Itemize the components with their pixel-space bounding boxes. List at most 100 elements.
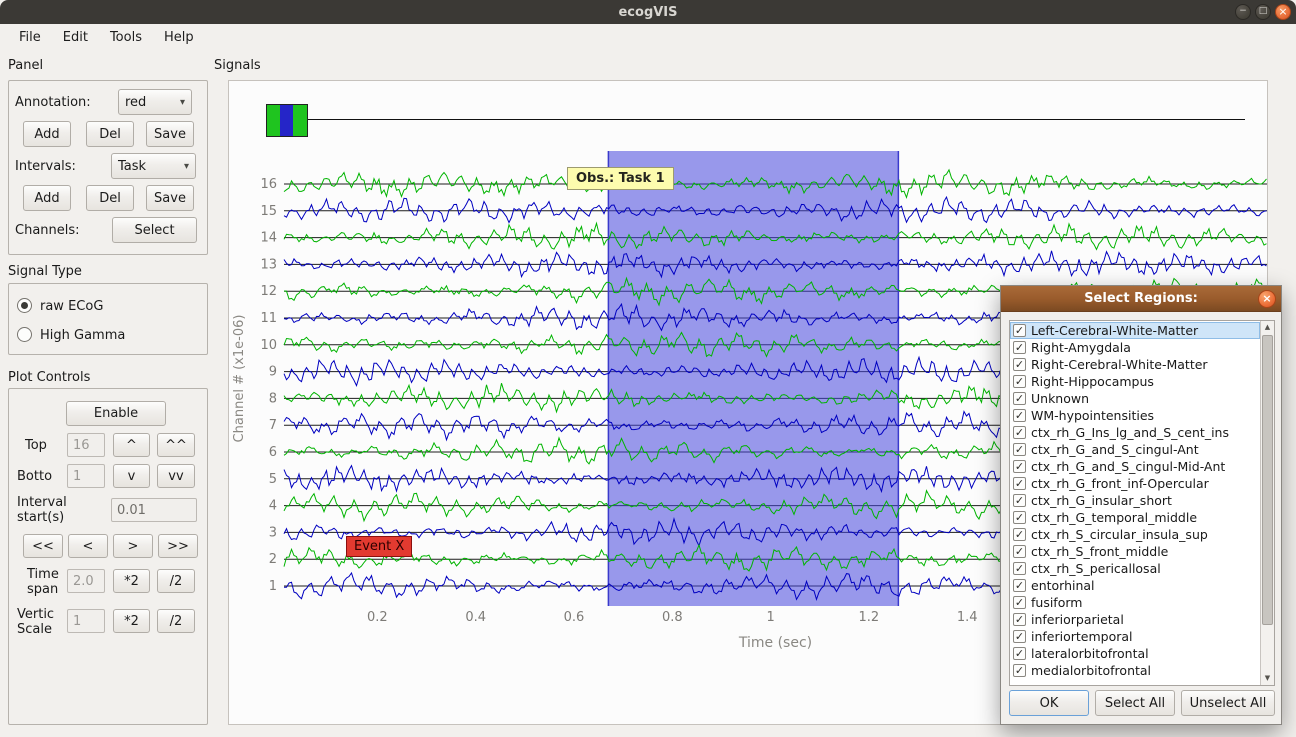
annotation-dropdown[interactable]: red ▾ [118, 89, 192, 115]
raw-ecog-radio[interactable] [17, 298, 32, 313]
top-up-fast-button[interactable]: ^^ [157, 433, 195, 457]
time-span-half-button[interactable]: /2 [157, 569, 195, 593]
region-row[interactable]: ✓inferiortemporal [1010, 628, 1260, 645]
select-all-button[interactable]: Select All [1095, 690, 1175, 716]
region-row[interactable]: ✓ ctx_rh_G_and_S_cingul-Mid-Ant [1010, 458, 1260, 475]
high-gamma-radio[interactable] [17, 327, 32, 342]
region-row[interactable]: ✓WM-hypointensities [1010, 407, 1260, 424]
interval-tooltip: Obs.: Task 1 [567, 167, 674, 190]
region-checkbox[interactable]: ✓ [1013, 494, 1026, 507]
region-row[interactable]: ✓ctx_rh_G_and_S_cingul-Ant [1010, 441, 1260, 458]
intervals-dropdown[interactable]: Task ▾ [111, 153, 196, 179]
region-label: Right-Cerebral-White-Matter [1031, 356, 1208, 373]
region-checkbox[interactable]: ✓ [1013, 324, 1026, 337]
bottom-down-fast-button[interactable]: vv [157, 464, 195, 488]
annotation-save-button[interactable]: Save [146, 121, 194, 147]
region-row[interactable]: ✓fusiform [1010, 594, 1260, 611]
scroll-down-icon[interactable]: ▼ [1261, 672, 1274, 685]
region-label: inferiorparietal [1031, 611, 1124, 628]
region-checkbox[interactable]: ✓ [1013, 358, 1026, 371]
menu-tools[interactable]: Tools [99, 26, 153, 49]
scrollbar-thumb[interactable] [1262, 335, 1273, 625]
dialog-titlebar[interactable]: Select Regions: × [1001, 286, 1281, 312]
region-checkbox[interactable]: ✓ [1013, 511, 1026, 524]
region-label: ctx_rh_G_front_inf-Opercular [1031, 475, 1209, 492]
enable-button[interactable]: Enable [66, 401, 166, 426]
region-row[interactable]: ✓Left-Cerebral-White-Matter [1010, 322, 1260, 339]
region-checkbox[interactable]: ✓ [1013, 477, 1026, 490]
region-checkbox[interactable]: ✓ [1013, 596, 1026, 609]
event-marker[interactable]: Event X [346, 536, 412, 557]
region-checkbox[interactable]: ✓ [1013, 579, 1026, 592]
dialog-close-icon[interactable]: × [1258, 290, 1276, 308]
ok-button[interactable]: OK [1009, 690, 1089, 716]
region-row[interactable]: ✓Right-Amygdala [1010, 339, 1260, 356]
time-span-field[interactable] [67, 569, 105, 593]
menu-file[interactable]: File [8, 26, 52, 49]
region-checkbox[interactable]: ✓ [1013, 426, 1026, 439]
interval-start-field[interactable] [111, 498, 197, 522]
region-label: ctx_rh_G_and_S_cingul-Mid-Ant [1031, 458, 1225, 475]
x-axis-label: Time (sec) [738, 635, 812, 651]
scroll-up-icon[interactable]: ▲ [1261, 321, 1274, 334]
region-checkbox[interactable]: ✓ [1013, 613, 1026, 626]
bottom-field[interactable] [67, 464, 105, 488]
bottom-down-button[interactable]: v [113, 464, 150, 488]
top-up-button[interactable]: ^ [113, 433, 150, 457]
region-label: ctx_rh_G_insular_short [1031, 492, 1172, 509]
region-checkbox[interactable]: ✓ [1013, 528, 1026, 541]
menu-edit[interactable]: Edit [52, 26, 99, 49]
channels-select-button[interactable]: Select [112, 217, 197, 243]
high-gamma-label: High Gamma [40, 328, 125, 343]
unselect-all-button[interactable]: Unselect All [1181, 690, 1275, 716]
annotation-add-button[interactable]: Add [23, 121, 71, 147]
vertical-scale-double-button[interactable]: *2 [113, 609, 150, 633]
region-checkbox[interactable]: ✓ [1013, 647, 1026, 660]
region-row[interactable]: ✓ ctx_rh_G_insular_short [1010, 492, 1260, 509]
window-title: ecogVIS [618, 5, 677, 20]
close-icon[interactable]: × [1275, 4, 1291, 20]
page-back-button[interactable]: << [23, 534, 63, 558]
region-row[interactable]: ✓ctx_rh_G_Ins_lg_and_S_cent_ins [1010, 424, 1260, 441]
region-row[interactable]: ✓ Right-Cerebral-White-Matter [1010, 356, 1260, 373]
region-checkbox[interactable]: ✓ [1013, 562, 1026, 575]
annotation-del-button[interactable]: Del [86, 121, 134, 147]
region-row[interactable]: ✓ inferiorparietal [1010, 611, 1260, 628]
maximize-icon[interactable]: □ [1255, 4, 1271, 20]
region-checkbox[interactable]: ✓ [1013, 375, 1026, 388]
region-checkbox[interactable]: ✓ [1013, 460, 1026, 473]
region-checkbox[interactable]: ✓ [1013, 392, 1026, 405]
region-checkbox[interactable]: ✓ [1013, 630, 1026, 643]
region-row[interactable]: ✓Right-Hippocampus [1010, 373, 1260, 390]
region-checkbox[interactable]: ✓ [1013, 545, 1026, 558]
vertical-scale-field[interactable] [67, 609, 105, 633]
region-checkbox[interactable]: ✓ [1013, 443, 1026, 456]
region-checkbox[interactable]: ✓ [1013, 341, 1026, 354]
region-row[interactable]: ✓ctx_rh_G_temporal_middle [1010, 509, 1260, 526]
region-row[interactable]: ✓ctx_rh_S_front_middle [1010, 543, 1260, 560]
vertical-scale-half-button[interactable]: /2 [157, 609, 195, 633]
region-row[interactable]: ✓Unknown [1010, 390, 1260, 407]
region-checkbox[interactable]: ✓ [1013, 664, 1026, 677]
scrollbar[interactable]: ▲ ▼ [1260, 321, 1274, 685]
minimize-icon[interactable]: − [1235, 4, 1251, 20]
interval-save-button[interactable]: Save [146, 185, 194, 211]
step-back-button[interactable]: < [68, 534, 108, 558]
region-checkbox[interactable]: ✓ [1013, 409, 1026, 422]
page-forward-button[interactable]: >> [158, 534, 198, 558]
region-row[interactable]: ✓entorhinal [1010, 577, 1260, 594]
region-row[interactable]: ✓ctx_rh_S_circular_insula_sup [1010, 526, 1260, 543]
dialog-button-row: OK Select All Unselect All [1009, 690, 1275, 716]
interval-add-button[interactable]: Add [23, 185, 71, 211]
menu-help[interactable]: Help [153, 26, 205, 49]
annotation-value: red [125, 95, 176, 110]
top-field[interactable] [67, 433, 105, 457]
interval-del-button[interactable]: Del [86, 185, 134, 211]
step-forward-button[interactable]: > [113, 534, 153, 558]
region-row[interactable]: ✓lateralorbitofrontal [1010, 645, 1260, 662]
window-titlebar[interactable]: ecogVIS − □ × [0, 0, 1296, 24]
region-row[interactable]: ✓medialorbitofrontal [1010, 662, 1260, 679]
region-row[interactable]: ✓ ctx_rh_G_front_inf-Opercular [1010, 475, 1260, 492]
time-span-double-button[interactable]: *2 [113, 569, 150, 593]
region-row[interactable]: ✓ctx_rh_S_pericallosal [1010, 560, 1260, 577]
